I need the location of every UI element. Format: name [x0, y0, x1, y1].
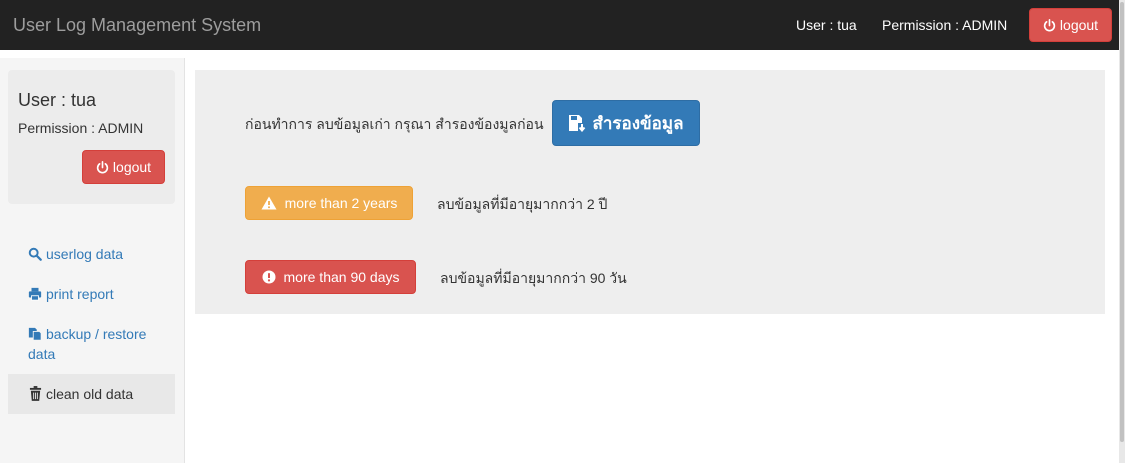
clean-2-years-description: ลบข้อมูลที่มีอายุมากกว่า 2 ปี [437, 196, 608, 212]
copy-icon [28, 324, 42, 344]
backup-data-label: สำรองข้อมูล [592, 113, 684, 133]
sidebar-item-label: clean old data [46, 386, 134, 402]
warning-icon [261, 196, 277, 210]
power-icon [96, 160, 109, 174]
print-icon [28, 284, 42, 304]
sidebar-logout-label: logout [112, 159, 152, 175]
search-icon [28, 244, 42, 264]
sidebar-item-label: userlog data [46, 246, 124, 262]
sidebar-item-print-report[interactable]: print report [8, 284, 175, 304]
clean-90-days-description: ลบข้อมูลที่มีอายุมากกว่า 90 วัน [440, 270, 627, 286]
backup-notice: ก่อนทำการ ลบข้อมูลเก่า กรุณา สำรองข้องมู… [245, 116, 544, 132]
sidebar-user-label: User : tua [18, 90, 97, 110]
sidebar-user-panel: User : tua Permission : ADMIN logout [8, 70, 175, 204]
navbar-user-label: User : tua [796, 17, 857, 33]
sidebar-permission-label: Permission : ADMIN [18, 120, 144, 136]
sidebar-item-userlog-data[interactable]: userlog data [8, 244, 175, 264]
navbar-logout-button[interactable]: logout [1029, 8, 1112, 42]
sidebar-logout-button[interactable]: logout [82, 150, 165, 184]
sidebar-item-backup-restore[interactable]: backup / restore data [8, 324, 175, 364]
sidebar: User : tua Permission : ADMIN logout use… [0, 58, 185, 463]
save-icon [568, 114, 586, 132]
app-title[interactable]: User Log Management System [13, 15, 261, 36]
sidebar-item-clean-old-data[interactable]: clean old data [8, 374, 175, 414]
clean-older-than-90-days-button[interactable]: more than 90 days [245, 260, 416, 294]
clean-data-panel: ก่อนทำการ ลบข้อมูลเก่า กรุณา สำรองข้องมู… [195, 70, 1105, 314]
top-navbar: User Log Management System User : tua Pe… [0, 0, 1119, 58]
clean-older-than-2-years-button[interactable]: more than 2 years [245, 186, 413, 220]
power-icon [1043, 18, 1056, 32]
clean-2-years-label: more than 2 years [284, 195, 398, 211]
clean-90-days-label: more than 90 days [283, 269, 400, 285]
sidebar-item-label: print report [46, 286, 114, 302]
exclamation-circle-icon [262, 270, 276, 284]
trash-icon [28, 374, 42, 414]
navbar-permission-label: Permission : ADMIN [882, 17, 1008, 33]
page-scrollbar-thumb[interactable] [1120, 2, 1124, 442]
sidebar-item-label: backup / restore data [28, 326, 147, 362]
navbar-logout-label: logout [1059, 17, 1099, 33]
backup-data-button[interactable]: สำรองข้อมูล [552, 100, 700, 146]
